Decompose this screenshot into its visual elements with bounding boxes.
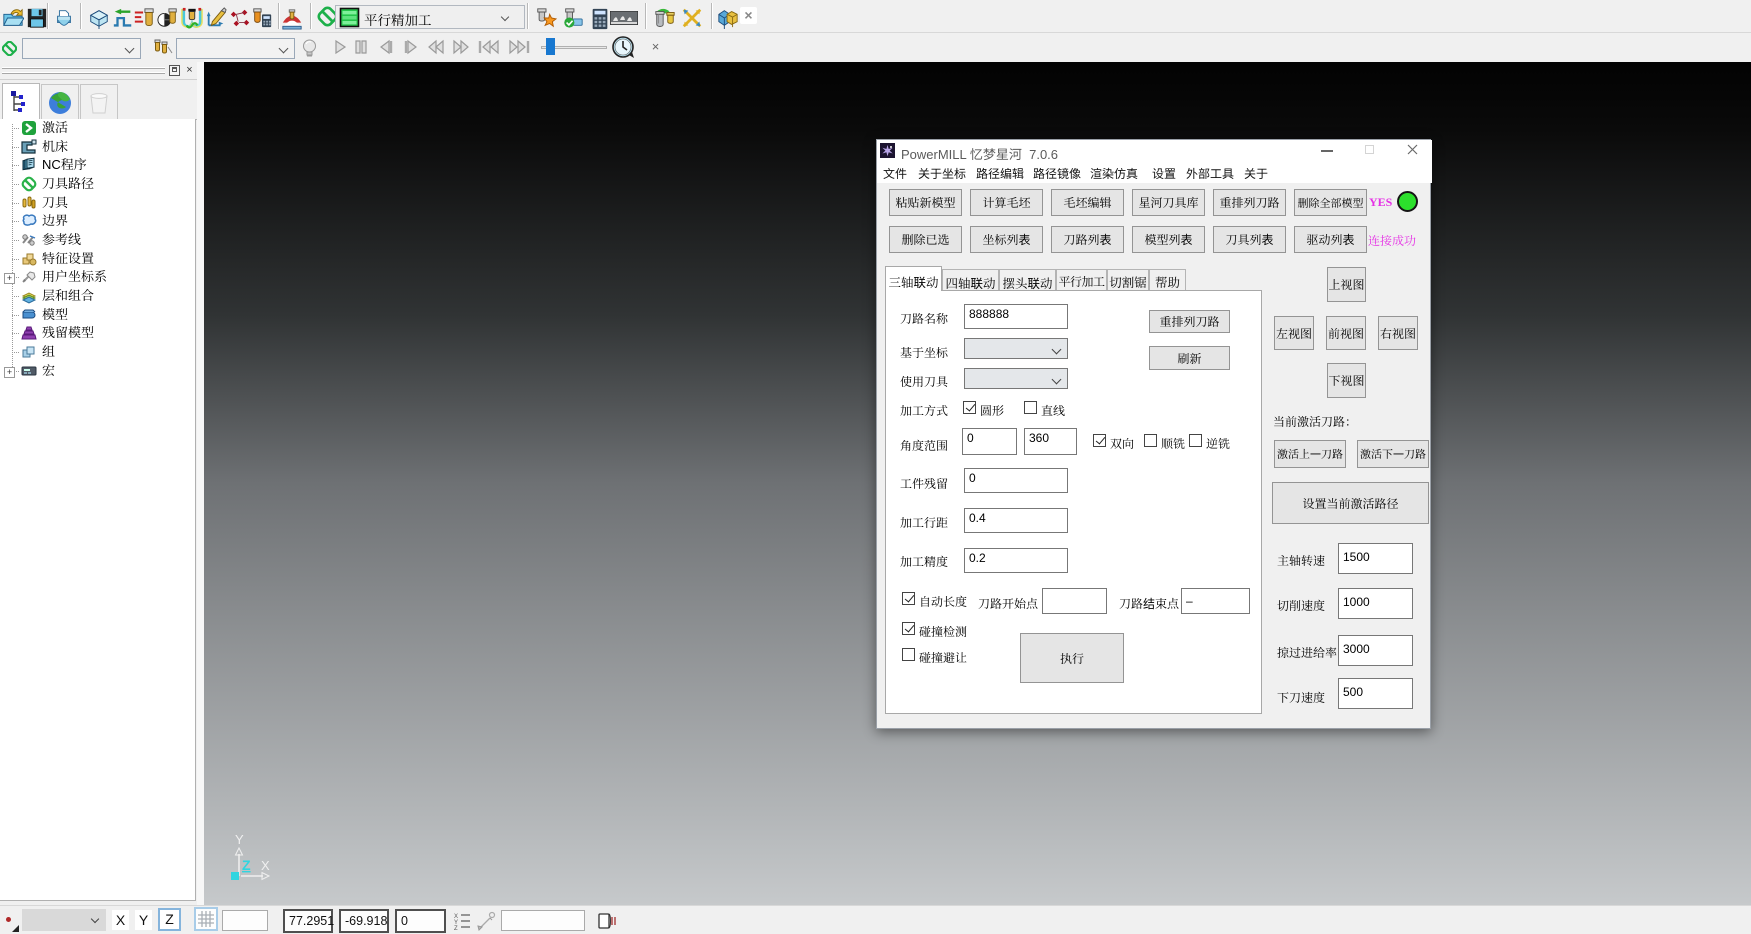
svg-text:Z: Z xyxy=(242,857,251,873)
svg-text:Y: Y xyxy=(235,832,244,847)
svg-text:X: X xyxy=(261,858,270,873)
svg-text:Z: Z xyxy=(454,926,458,931)
